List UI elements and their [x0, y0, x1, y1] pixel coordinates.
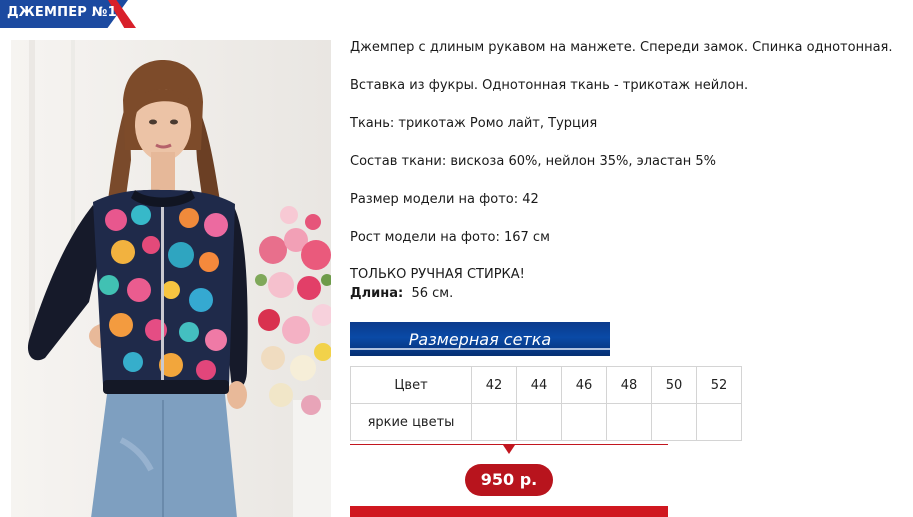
table-row: Цвет 42 44 46 48 50 52	[350, 366, 742, 404]
length-line: Длина: 56 см.	[350, 285, 453, 302]
description-line: Вставка из фукры. Однотонная ткань - три…	[350, 78, 749, 93]
composition-line: Состав ткани: вискоза 60%, нейлон 35%, э…	[350, 154, 716, 169]
table-header-cell: 50	[651, 366, 697, 404]
table-header-cell: 44	[516, 366, 562, 404]
table-header-cell: 48	[606, 366, 652, 404]
fabric-line: Ткань: трикотаж Ромо лайт, Турция	[350, 116, 598, 131]
table-cell	[606, 403, 652, 441]
table-cell	[696, 403, 742, 441]
table-header-cell: 52	[696, 366, 742, 404]
size-chart-banner: Размерная сетка	[350, 322, 610, 356]
table-header-cell: Цвет	[350, 366, 472, 404]
size-table: Цвет 42 44 46 48 50 52 яркие цветы	[350, 366, 742, 441]
model-size-line: Размер модели на фото: 42	[350, 192, 539, 207]
product-title: ДЖЕМПЕР №1	[7, 5, 117, 20]
price-bottom-bar	[350, 506, 668, 517]
table-cell: яркие цветы	[350, 403, 472, 441]
product-photo	[11, 40, 331, 517]
length-value: 56 см.	[411, 286, 454, 301]
length-label: Длина:	[350, 286, 404, 301]
table-header-cell: 46	[561, 366, 607, 404]
table-cell	[651, 403, 697, 441]
table-header-cell: 42	[471, 366, 517, 404]
product-title-tab: ДЖЕМПЕР №1	[0, 0, 136, 28]
model-illustration	[11, 40, 331, 517]
table-cell	[471, 403, 517, 441]
table-cell	[516, 403, 562, 441]
description-line: Джемпер с длиным рукавом на манжете. Спе…	[350, 40, 893, 55]
size-chart-title: Размерная сетка	[408, 330, 552, 349]
model-height-line: Рост модели на фото: 167 см	[350, 230, 550, 245]
price-arrow-icon	[503, 445, 515, 454]
table-row: яркие цветы	[350, 403, 742, 441]
price-badge: 950 р.	[465, 464, 553, 496]
table-cell	[561, 403, 607, 441]
care-note: ТОЛЬКО РУЧНАЯ СТИРКА!	[350, 267, 525, 282]
